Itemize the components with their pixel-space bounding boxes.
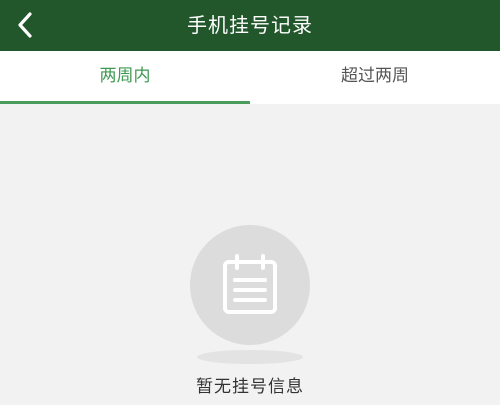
empty-state-circle — [190, 225, 310, 345]
empty-state-shadow — [197, 350, 303, 364]
tab-over-two-weeks[interactable]: 超过两周 — [250, 51, 500, 104]
page-title: 手机挂号记录 — [187, 13, 313, 37]
tab-bar: 两周内 超过两周 — [0, 51, 500, 104]
empty-state-message: 暂无挂号信息 — [196, 377, 304, 397]
app-header: 手机挂号记录 — [0, 0, 500, 51]
tab-within-two-weeks[interactable]: 两周内 — [0, 51, 250, 104]
calendar-icon — [223, 254, 277, 314]
empty-state: 暂无挂号信息 — [0, 104, 500, 405]
